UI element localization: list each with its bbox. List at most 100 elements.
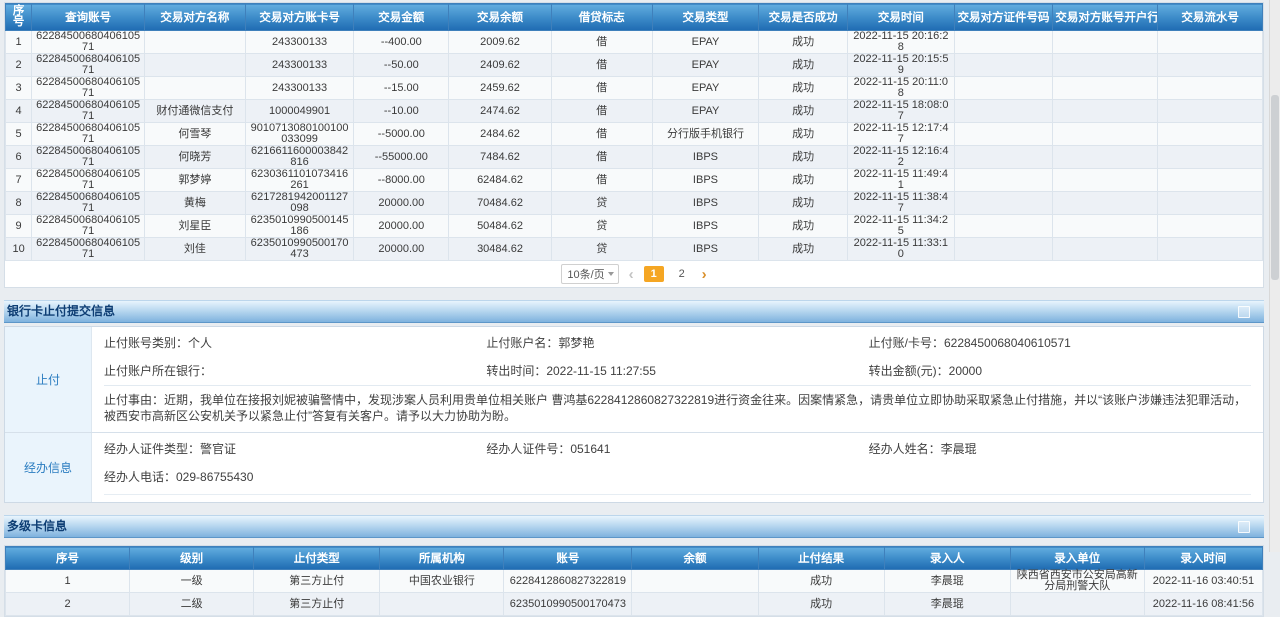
- cell-counterparty-id-no: [954, 54, 1053, 77]
- field-text: 止付账户名：郭梦艳: [486, 335, 868, 351]
- cell-serial-no: [1158, 146, 1263, 169]
- field-text: 转出金额(元)：20000: [869, 363, 1251, 379]
- field-text: 经办人姓名：李晨琨: [869, 441, 1251, 457]
- cell-time: 2022-11-15 18:08:07: [847, 100, 954, 123]
- column-header-success: 交易是否成功: [759, 4, 848, 31]
- cell-level: 一级: [130, 570, 254, 593]
- cell-balance: 2459.62: [449, 77, 552, 100]
- cell-serial-no: [1158, 100, 1263, 123]
- cell-counterparty-name: 刘佳: [144, 238, 245, 261]
- cell-seq: 8: [6, 192, 32, 215]
- cell-counterparty-id-no: [954, 238, 1053, 261]
- table-row: 86228450068040610571黄梅621728194200112709…: [6, 192, 1263, 215]
- cell-query-account: 6228450068040610571: [32, 146, 145, 169]
- cell-type: EPAY: [652, 100, 759, 123]
- cell-seq: 6: [6, 146, 32, 169]
- column-header-counterparty-bank: 交易对方账号开户行: [1053, 4, 1158, 31]
- column-header-counterparty-name: 交易对方名称: [144, 4, 245, 31]
- column-header-seq: 序号: [6, 4, 32, 31]
- column-header-level: 级别: [130, 547, 254, 570]
- cell-type: IBPS: [652, 215, 759, 238]
- cell-amount: 20000.00: [354, 215, 449, 238]
- cell-counterparty-name: 何晓芳: [144, 146, 245, 169]
- cell-type: IBPS: [652, 146, 759, 169]
- cell-seq: 9: [6, 215, 32, 238]
- column-header-stop-type: 止付类型: [254, 547, 380, 570]
- stop-payment-content: 止付账号类别：个人止付账户名：郭梦艳止付账/卡号：622845006804061…: [92, 327, 1263, 432]
- cell-counterparty-card: 6235010990500145186: [245, 215, 354, 238]
- cell-time: 2022-11-15 20:15:59: [847, 54, 954, 77]
- table-row: 26228450068040610571243300133--50.002409…: [6, 54, 1263, 77]
- cell-seq: 4: [6, 100, 32, 123]
- cell-amount: --15.00: [354, 77, 449, 100]
- field-row: 止付账号类别：个人止付账户名：郭梦艳止付账/卡号：622845006804061…: [104, 329, 1251, 357]
- cell-level: 二级: [130, 593, 254, 616]
- cell-counterparty-card: 6235010990500170473: [245, 238, 354, 261]
- cell-time: 2022-11-15 20:16:28: [847, 31, 954, 54]
- cell-counterparty-bank: [1053, 169, 1158, 192]
- cell-account: 6228412860827322819: [504, 570, 632, 593]
- page-size-select[interactable]: 10条/页: [561, 264, 618, 284]
- collapse-icon[interactable]: [1238, 306, 1250, 318]
- cell-counterparty-bank: [1053, 238, 1158, 261]
- cell-entered-by: 李晨琨: [884, 593, 1010, 616]
- cell-amount: --50.00: [354, 54, 449, 77]
- cell-counterparty-id-no: [954, 169, 1053, 192]
- multi-card-table: 序号级别止付类型所属机构账号余额止付结果录入人录入单位录入时间1一级第三方止付中…: [5, 546, 1263, 616]
- transactions-table: 序号查询账号交易对方名称交易对方账卡号交易金额交易余额借贷标志交易类型交易是否成…: [5, 3, 1263, 261]
- cell-counterparty-bank: [1053, 100, 1158, 123]
- cell-query-account: 6228450068040610571: [32, 31, 145, 54]
- cell-query-account: 6228450068040610571: [32, 123, 145, 146]
- field-row: 经办人证件类型：警官证经办人证件号：051641经办人姓名：李晨琨: [104, 435, 1251, 463]
- header-row: 序号查询账号交易对方名称交易对方账卡号交易金额交易余额借贷标志交易类型交易是否成…: [6, 4, 1263, 31]
- cell-counterparty-card: 243300133: [245, 54, 354, 77]
- cell-balance: 2009.62: [449, 31, 552, 54]
- scrollbar-thumb[interactable]: [1271, 95, 1279, 280]
- field-text: 止付账户所在银行：: [104, 363, 486, 379]
- cell-seq: 1: [6, 570, 130, 593]
- field-text: 转出时间：2022-11-15 11:27:55: [486, 363, 868, 379]
- cell-success: 成功: [759, 31, 848, 54]
- cell-type: EPAY: [652, 77, 759, 100]
- cell-time: 2022-11-15 12:17:47: [847, 123, 954, 146]
- prev-page-icon[interactable]: ‹: [629, 267, 634, 282]
- cell-counterparty-name: [144, 77, 245, 100]
- cell-seq: 2: [6, 593, 130, 616]
- cell-counterparty-id-no: [954, 215, 1053, 238]
- cell-time: 2022-11-15 11:34:25: [847, 215, 954, 238]
- cell-seq: 10: [6, 238, 32, 261]
- stop-info-section-header[interactable]: 银行卡止付提交信息: [4, 300, 1264, 323]
- table-row: 16228450068040610571243300133--400.00200…: [6, 31, 1263, 54]
- cell-serial-no: [1158, 238, 1263, 261]
- column-header-amount: 交易金额: [354, 4, 449, 31]
- cell-counterparty-card: 6216611600003842816: [245, 146, 354, 169]
- cell-amount: 20000.00: [354, 238, 449, 261]
- cell-query-account: 6228450068040610571: [32, 192, 145, 215]
- field-row: 经办人电话：029-86755430: [104, 463, 1251, 491]
- page-button-2[interactable]: 2: [672, 266, 692, 282]
- cell-institution: [380, 593, 504, 616]
- multi-card-panel: 序号级别止付类型所属机构账号余额止付结果录入人录入单位录入时间1一级第三方止付中…: [4, 545, 1264, 617]
- cell-debit-credit-flag: 借: [551, 169, 652, 192]
- cell-stop-result: 成功: [758, 570, 884, 593]
- cell-counterparty-id-no: [954, 123, 1053, 146]
- field-text: 经办人证件号：051641: [486, 441, 868, 457]
- column-header-balance: 交易余额: [449, 4, 552, 31]
- cell-counterparty-bank: [1053, 215, 1158, 238]
- cell-type: EPAY: [652, 31, 759, 54]
- cell-debit-credit-flag: 贷: [551, 192, 652, 215]
- collapse-icon[interactable]: [1238, 521, 1250, 533]
- group-label-stop-payment: 止付: [5, 327, 92, 432]
- cell-balance: [632, 593, 758, 616]
- cell-debit-credit-flag: 借: [551, 123, 652, 146]
- page-button-1[interactable]: 1: [644, 266, 664, 282]
- cell-counterparty-card: 243300133: [245, 77, 354, 100]
- vertical-scrollbar[interactable]: [1269, 0, 1280, 552]
- multi-card-section-header[interactable]: 多级卡信息: [4, 515, 1264, 538]
- cell-counterparty-card: 9010713080100100033099: [245, 123, 354, 146]
- cell-query-account: 6228450068040610571: [32, 169, 145, 192]
- next-page-icon[interactable]: ›: [702, 267, 707, 282]
- column-header-serial-no: 交易流水号: [1158, 4, 1263, 31]
- table-row: 36228450068040610571243300133--15.002459…: [6, 77, 1263, 100]
- cell-seq: 3: [6, 77, 32, 100]
